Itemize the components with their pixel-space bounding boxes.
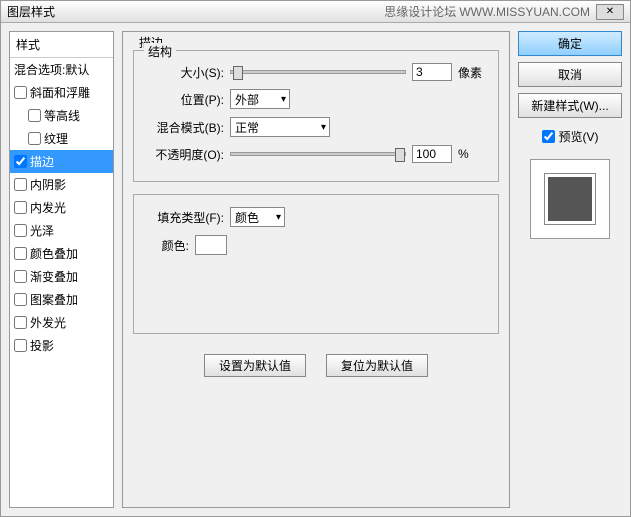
brand-text: 思缘设计论坛 WWW.MISSYUAN.COM (384, 3, 590, 20)
style-item[interactable]: 内发光 (10, 196, 113, 219)
style-item[interactable]: 图案叠加 (10, 288, 113, 311)
style-label: 纹理 (44, 130, 68, 147)
style-checkbox[interactable] (14, 178, 27, 191)
layer-style-dialog: 图层样式 思缘设计论坛 WWW.MISSYUAN.COM ✕ 样式 混合选项:默… (0, 0, 631, 517)
style-checkbox[interactable] (28, 109, 41, 122)
preview-toggle[interactable]: 预览(V) (518, 128, 622, 145)
style-item[interactable]: 内阴影 (10, 173, 113, 196)
position-select[interactable]: 外部 (230, 89, 290, 109)
ok-button[interactable]: 确定 (518, 31, 622, 56)
styles-header: 样式 (10, 32, 113, 58)
dialog-title: 图层样式 (7, 3, 384, 20)
set-default-button[interactable]: 设置为默认值 (204, 354, 306, 377)
style-item[interactable]: 描边 (10, 150, 113, 173)
style-label: 投影 (30, 337, 54, 354)
opacity-unit: % (458, 147, 488, 161)
style-label: 渐变叠加 (30, 268, 78, 285)
structure-legend: 结构 (144, 43, 176, 60)
color-label: 颜色: (144, 237, 189, 254)
settings-panel: 描边 结构 大小(S): 像素 位置(P): 外部 混合模式(B): 正常 (122, 31, 510, 508)
size-slider[interactable] (230, 70, 406, 74)
style-label: 等高线 (44, 107, 80, 124)
style-item[interactable]: 颜色叠加 (10, 242, 113, 265)
blend-select[interactable]: 正常 (230, 117, 330, 137)
opacity-slider[interactable] (230, 152, 406, 156)
style-label: 斜面和浮雕 (30, 84, 90, 101)
style-checkbox[interactable] (14, 86, 27, 99)
style-label: 混合选项:默认 (14, 61, 89, 78)
style-label: 外发光 (30, 314, 66, 331)
size-label: 大小(S): (144, 64, 224, 81)
preview-label: 预览(V) (559, 128, 599, 145)
filltype-label: 填充类型(F): (144, 209, 224, 226)
style-label: 光泽 (30, 222, 54, 239)
action-panel: 确定 取消 新建样式(W)... 预览(V) (518, 31, 622, 508)
style-checkbox[interactable] (28, 132, 41, 145)
style-item[interactable]: 斜面和浮雕 (10, 81, 113, 104)
style-label: 内发光 (30, 199, 66, 216)
style-label: 内阴影 (30, 176, 66, 193)
style-item[interactable]: 混合选项:默认 (10, 58, 113, 81)
slider-thumb[interactable] (233, 66, 243, 80)
style-checkbox[interactable] (14, 316, 27, 329)
slider-thumb[interactable] (395, 148, 405, 162)
preview-swatch (545, 174, 595, 224)
style-label: 图案叠加 (30, 291, 78, 308)
style-checkbox[interactable] (14, 270, 27, 283)
preview-checkbox[interactable] (542, 130, 555, 143)
cancel-button[interactable]: 取消 (518, 62, 622, 87)
style-checkbox[interactable] (14, 224, 27, 237)
opacity-input[interactable] (412, 145, 452, 163)
opacity-label: 不透明度(O): (144, 146, 224, 163)
style-item[interactable]: 外发光 (10, 311, 113, 334)
style-item[interactable]: 等高线 (10, 104, 113, 127)
fill-fieldset: 填充类型(F): 颜色 颜色: (133, 194, 499, 334)
position-label: 位置(P): (144, 91, 224, 108)
style-checkbox[interactable] (14, 247, 27, 260)
color-swatch[interactable] (195, 235, 227, 255)
style-checkbox[interactable] (14, 201, 27, 214)
style-item[interactable]: 纹理 (10, 127, 113, 150)
style-item[interactable]: 光泽 (10, 219, 113, 242)
size-unit: 像素 (458, 64, 488, 81)
style-label: 描边 (30, 153, 54, 170)
titlebar: 图层样式 思缘设计论坛 WWW.MISSYUAN.COM ✕ (1, 1, 630, 23)
structure-fieldset: 结构 大小(S): 像素 位置(P): 外部 混合模式(B): 正常 不透明度(… (133, 50, 499, 182)
new-style-button[interactable]: 新建样式(W)... (518, 93, 622, 118)
filltype-select[interactable]: 颜色 (230, 207, 285, 227)
size-input[interactable] (412, 63, 452, 81)
style-checkbox[interactable] (14, 293, 27, 306)
style-checkbox[interactable] (14, 339, 27, 352)
style-item[interactable]: 投影 (10, 334, 113, 357)
close-button[interactable]: ✕ (596, 4, 624, 20)
styles-panel: 样式 混合选项:默认斜面和浮雕等高线纹理描边内阴影内发光光泽颜色叠加渐变叠加图案… (9, 31, 114, 508)
reset-default-button[interactable]: 复位为默认值 (326, 354, 428, 377)
style-item[interactable]: 渐变叠加 (10, 265, 113, 288)
style-label: 颜色叠加 (30, 245, 78, 262)
preview-box (530, 159, 610, 239)
style-checkbox[interactable] (14, 155, 27, 168)
blend-label: 混合模式(B): (144, 119, 224, 136)
